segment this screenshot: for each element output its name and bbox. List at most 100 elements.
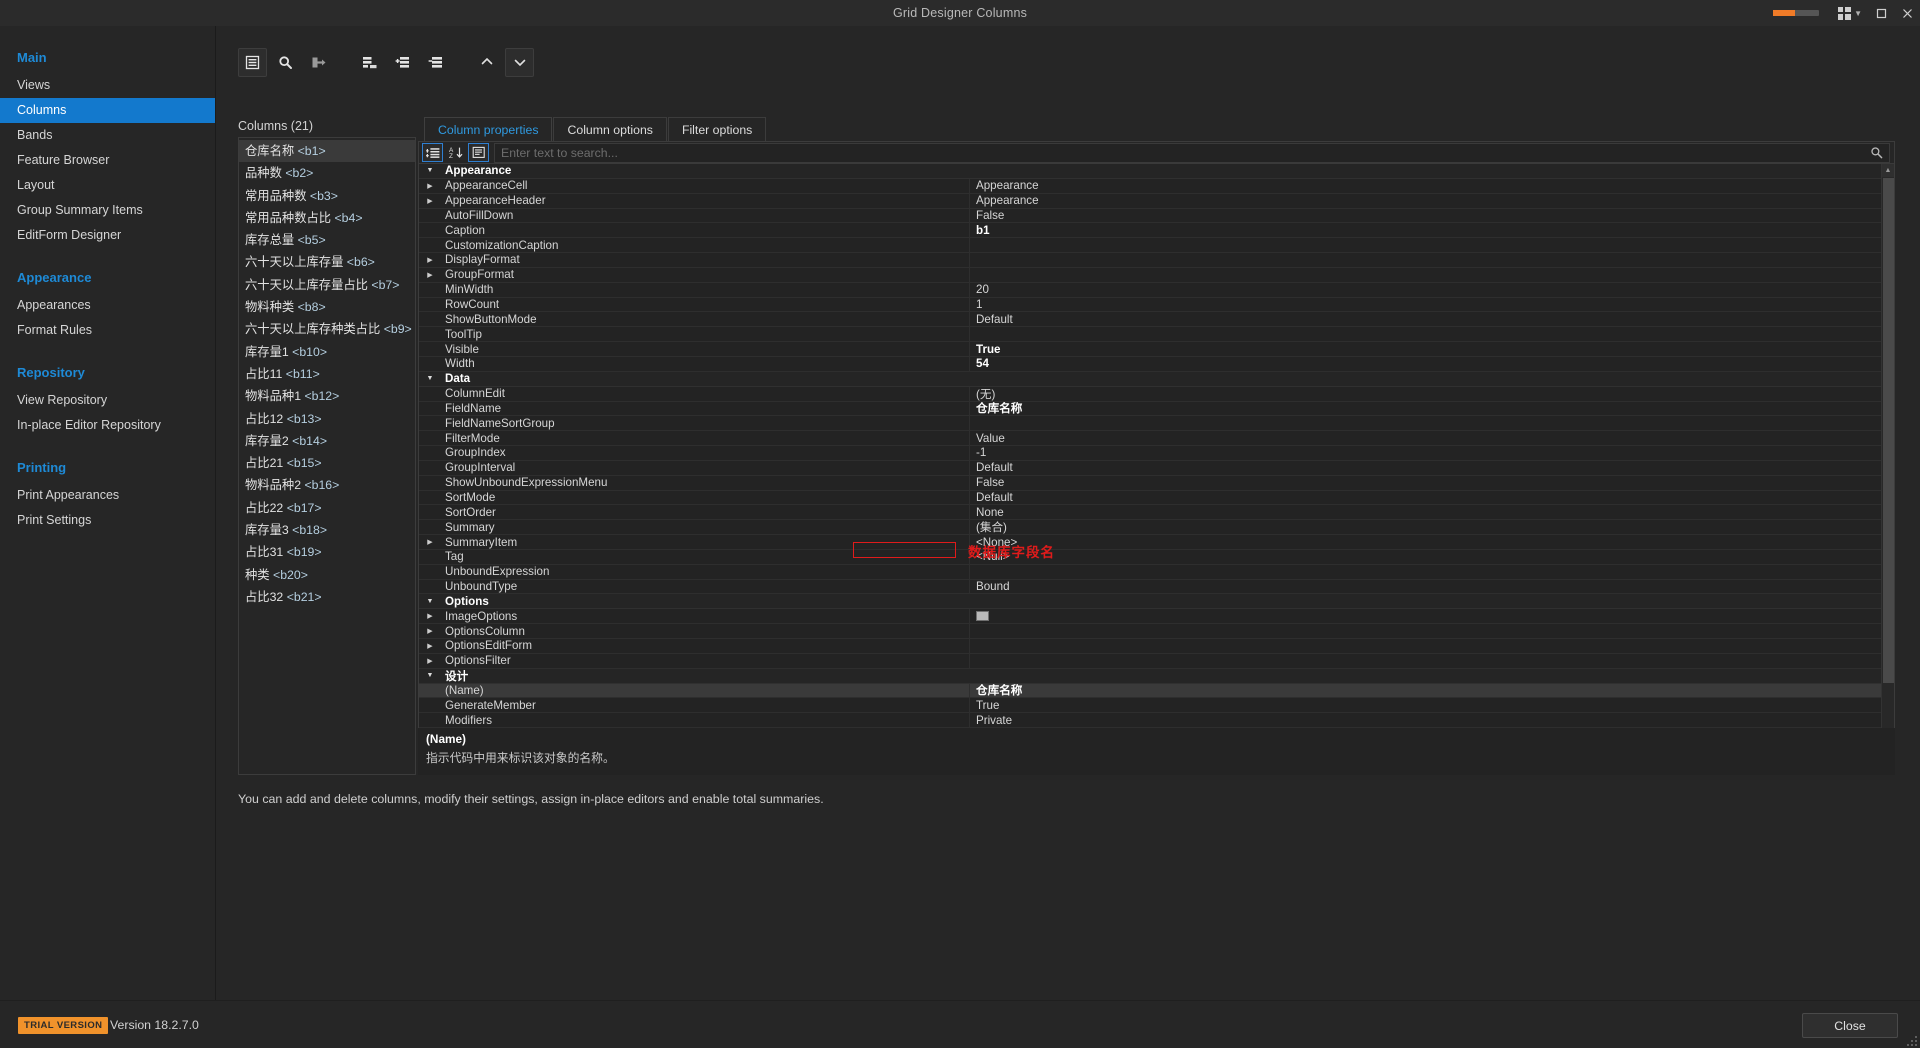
sidebar-item-in-place-editor-repository[interactable]: In-place Editor Repository [0, 413, 215, 438]
property-search-box[interactable] [494, 142, 1890, 163]
collapse-triangle-icon[interactable]: ▼ [419, 375, 441, 382]
property-value[interactable]: 仓库名称 [970, 684, 1881, 697]
property-row[interactable]: Caption b1 [419, 223, 1881, 239]
columns-list[interactable]: 仓库名称 <b1> 品种数 <b2> 常用品种数 <b3> 常用品种数占比 <b4> 库… [238, 137, 416, 775]
sidebar-item-columns[interactable]: Columns [0, 98, 215, 123]
property-row[interactable]: UnboundType Bound [419, 579, 1881, 595]
delete-column-button[interactable] [421, 48, 450, 77]
expand-triangle-icon[interactable]: ▶ [419, 538, 441, 546]
property-value[interactable]: Appearance [970, 179, 1881, 193]
column-list-item[interactable]: 六十天以上库存量 <b6> [239, 251, 415, 273]
property-row[interactable]: ▶ AppearanceHeader Appearance [419, 193, 1881, 209]
property-row[interactable]: (Name) 仓库名称 [419, 683, 1881, 699]
property-row[interactable]: FieldNameSortGroup [419, 416, 1881, 432]
property-row[interactable]: FieldName 仓库名称 [419, 401, 1881, 417]
property-value[interactable]: Bound [970, 580, 1881, 594]
column-list-item[interactable]: 常用品种数占比 <b4> [239, 207, 415, 229]
sidebar-item-group-summary-items[interactable]: Group Summary Items [0, 198, 215, 223]
column-list-item[interactable]: 占比31 <b19> [239, 541, 415, 563]
scroll-thumb[interactable] [1883, 178, 1894, 683]
chevron-down-icon[interactable]: ▼ [1854, 9, 1862, 18]
property-row[interactable]: GroupInterval Default [419, 460, 1881, 476]
sidebar-item-print-settings[interactable]: Print Settings [0, 508, 215, 533]
property-row[interactable]: RowCount 1 [419, 297, 1881, 313]
property-value[interactable]: 1 [970, 298, 1881, 312]
property-row[interactable]: FilterMode Value [419, 431, 1881, 447]
property-row[interactable]: ▶ OptionsColumn [419, 624, 1881, 639]
property-row[interactable]: MinWidth 20 [419, 282, 1881, 298]
expand-triangle-icon[interactable]: ▶ [419, 182, 441, 190]
column-list-item[interactable]: 占比21 <b15> [239, 452, 415, 474]
property-category-row[interactable]: ▼ Options [419, 594, 1881, 610]
column-list-item[interactable]: 六十天以上库存量占比 <b7> [239, 274, 415, 296]
move-down-button[interactable] [505, 47, 534, 77]
tab-column-properties[interactable]: Column properties [424, 117, 553, 142]
column-list-item[interactable]: 库存量1 <b10> [239, 341, 415, 363]
property-row[interactable]: ▶ GroupFormat [419, 267, 1881, 283]
add-column-button[interactable] [355, 48, 384, 77]
search-button[interactable] [271, 48, 300, 77]
property-row[interactable]: Modifiers Private [419, 713, 1881, 729]
property-value[interactable]: <Null> [970, 550, 1881, 564]
property-value[interactable] [970, 238, 1881, 252]
property-value[interactable] [970, 565, 1881, 579]
property-value[interactable]: None [970, 505, 1881, 519]
column-list-item[interactable]: 占比22 <b17> [239, 497, 415, 519]
property-row[interactable]: ShowButtonMode Default [419, 312, 1881, 328]
property-row[interactable]: ▶ SummaryItem <None> [419, 535, 1881, 550]
property-value[interactable]: -1 [970, 446, 1881, 460]
property-value[interactable]: True [970, 342, 1881, 356]
property-value[interactable]: False [970, 209, 1881, 223]
property-row[interactable]: Width 54 [419, 356, 1881, 372]
property-row[interactable]: Tag <Null> [419, 549, 1881, 565]
resize-grip[interactable] [1905, 1034, 1917, 1046]
property-value[interactable]: (集合) [970, 520, 1881, 534]
scroll-up-arrow[interactable]: ▲ [1882, 164, 1894, 177]
expand-triangle-icon[interactable]: ▶ [419, 256, 441, 264]
column-list-item[interactable]: 物料品种1 <b12> [239, 385, 415, 407]
column-list-item[interactable]: 常用品种数 <b3> [239, 185, 415, 207]
move-up-button[interactable] [472, 48, 501, 77]
property-value[interactable]: (无) [970, 387, 1881, 401]
property-value[interactable] [970, 164, 1881, 178]
collapse-triangle-icon[interactable]: ▼ [419, 167, 441, 174]
property-value[interactable] [970, 609, 1881, 623]
expand-triangle-icon[interactable]: ▶ [419, 612, 441, 620]
expand-triangle-icon[interactable]: ▶ [419, 197, 441, 205]
property-row[interactable]: UnboundExpression [419, 564, 1881, 580]
property-value[interactable]: <None> [970, 535, 1881, 549]
sidebar-item-print-appearances[interactable]: Print Appearances [0, 483, 215, 508]
property-value[interactable] [970, 327, 1881, 341]
property-row[interactable]: AutoFillDown False [419, 208, 1881, 224]
property-value[interactable] [970, 624, 1881, 638]
property-row[interactable]: ▶ OptionsFilter [419, 653, 1881, 669]
property-value[interactable] [970, 416, 1881, 430]
categorized-button[interactable] [422, 143, 443, 162]
sidebar-item-views[interactable]: Views [0, 73, 215, 98]
sidebar-item-appearances[interactable]: Appearances [0, 293, 215, 318]
property-value[interactable]: b1 [970, 223, 1881, 237]
sidebar-item-feature-browser[interactable]: Feature Browser [0, 148, 215, 173]
expand-triangle-icon[interactable]: ▶ [419, 271, 441, 279]
property-value[interactable]: False [970, 476, 1881, 490]
retrieve-fields-button[interactable] [304, 48, 333, 77]
property-value[interactable] [970, 654, 1881, 668]
property-value[interactable]: Default [970, 312, 1881, 326]
column-list-item[interactable]: 占比11 <b11> [239, 363, 415, 385]
column-list-item[interactable]: 库存量2 <b14> [239, 430, 415, 452]
property-value[interactable] [970, 594, 1881, 608]
search-icon[interactable] [1864, 146, 1889, 159]
column-list-item[interactable]: 物料种类 <b8> [239, 296, 415, 318]
column-list-item[interactable]: 种类 <b20> [239, 564, 415, 586]
maximize-icon[interactable] [1868, 0, 1894, 26]
close-icon[interactable] [1894, 0, 1920, 26]
column-list-item[interactable]: 六十天以上库存种类占比 <b9> [239, 318, 415, 340]
property-row[interactable]: GenerateMember True [419, 698, 1881, 714]
property-row[interactable]: ▶ OptionsEditForm [419, 639, 1881, 654]
property-value[interactable] [970, 669, 1881, 683]
sidebar-item-layout[interactable]: Layout [0, 173, 215, 198]
property-row[interactable]: GroupIndex -1 [419, 446, 1881, 461]
property-row[interactable]: ColumnEdit (无) [419, 386, 1881, 402]
property-row[interactable]: ▶ AppearanceCell Appearance [419, 178, 1881, 194]
collapse-triangle-icon[interactable]: ▼ [419, 598, 441, 605]
